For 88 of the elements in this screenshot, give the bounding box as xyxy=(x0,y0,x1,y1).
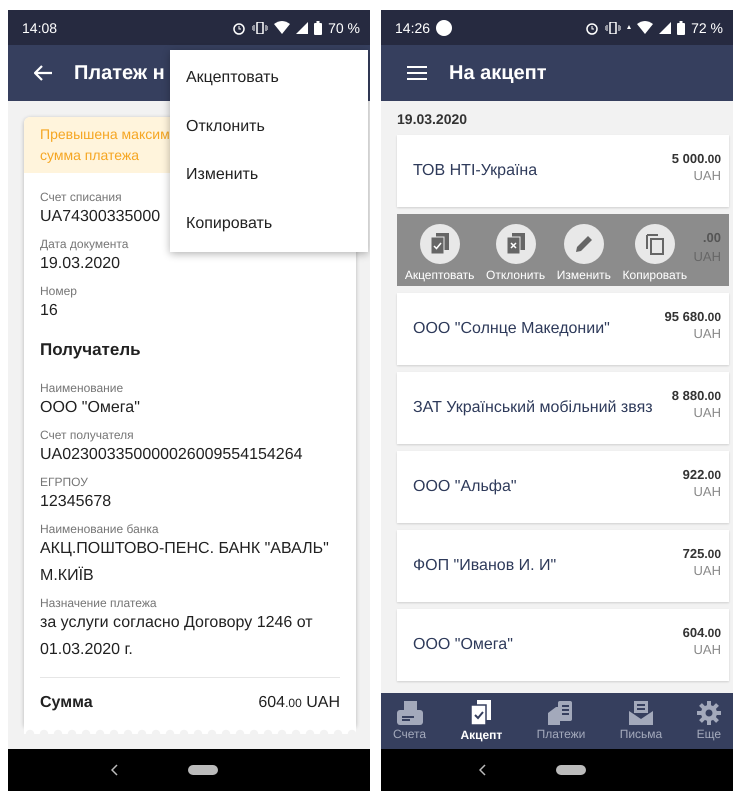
currency: UAH xyxy=(694,405,721,420)
field-value: за услуги согласно Договору 1246 от 01.03.2020 г. xyxy=(40,613,314,660)
document-check-icon xyxy=(470,700,492,726)
menu-item[interactable]: Изменить xyxy=(170,151,368,200)
notification-dot-icon xyxy=(436,20,452,36)
payment-amount: 604.00 xyxy=(682,625,721,640)
home-pill[interactable] xyxy=(556,765,586,775)
payment-amount: 8 880.00 xyxy=(672,388,721,403)
screen-title: Платеж н xyxy=(74,62,165,84)
wifi-icon xyxy=(637,21,654,34)
field-value: 19.03.2020 xyxy=(40,254,120,274)
field-value: 16 xyxy=(40,301,58,321)
nav-tab[interactable]: Акцепт xyxy=(454,693,508,749)
payment-row[interactable]: ООО "Альфа" 922.00 UAH xyxy=(397,451,729,523)
payee-name: ФОП "Иванов И. И" xyxy=(413,556,558,576)
field-label: Наименование xyxy=(40,381,124,395)
currency: UAH xyxy=(694,326,721,341)
section-heading: Получатель xyxy=(40,340,142,360)
signal-icon xyxy=(659,22,672,34)
field-label: Счет получателя xyxy=(40,428,134,442)
battery-percent: 72 % xyxy=(691,20,723,36)
nav-tab[interactable]: Еще xyxy=(690,693,727,749)
field-value: АКЦ.ПОШТОВО-ПЕНС. БАНК "АВАЛЬ" М.КИЇВ xyxy=(40,539,330,586)
currency: UAH xyxy=(694,642,721,657)
status-time: 14:08 xyxy=(22,20,58,36)
payee-name: ТОВ НТІ-Україна xyxy=(413,161,538,181)
printer-icon xyxy=(396,701,423,725)
data-arrow-icon xyxy=(627,24,632,30)
nav-tab[interactable]: Письма xyxy=(614,693,668,749)
warning-text: сумма платежа xyxy=(40,146,140,165)
alarm-icon xyxy=(232,20,246,34)
payment-row[interactable]: ООО "Солнце Македонии" 95 680.00 UAH xyxy=(397,293,729,365)
payment-row[interactable]: ООО "Омега" 604.00 UAH xyxy=(397,609,729,681)
back-arrow-icon xyxy=(34,65,52,81)
screen-title: На акцепт xyxy=(449,62,547,84)
field-value: ООО "Омега" xyxy=(40,398,140,418)
payee-name: ООО "Солнце Македонии" xyxy=(413,319,611,339)
total-label: Сумма xyxy=(40,694,93,712)
nav-tab[interactable]: Платежи xyxy=(530,693,592,749)
back-chevron-icon xyxy=(110,764,118,776)
field-value: UA74300335000 xyxy=(40,207,160,227)
payment-row[interactable]: ФОП "Иванов И. И" 725.00 UAH xyxy=(397,530,729,602)
payment-amount: 95 680.00 xyxy=(664,309,721,324)
documents-icon xyxy=(548,701,574,725)
nav-tab[interactable]: Счета xyxy=(387,693,432,749)
pencil-icon xyxy=(574,234,594,254)
alarm-icon xyxy=(585,20,600,34)
payment-amount: 922.00 xyxy=(682,467,721,482)
document-check-icon xyxy=(430,233,450,255)
field-label: ЕГРПОУ xyxy=(40,475,88,489)
field-label: Наименование банка xyxy=(40,522,159,536)
payment-amount: 5 000.00 xyxy=(672,151,721,166)
envelope-icon xyxy=(628,701,653,725)
menu-item[interactable]: Акцептовать xyxy=(170,54,368,102)
payee-name: ООО "Альфа" xyxy=(413,477,518,497)
payment-row[interactable]: ЗАТ Український мобільний звяз 8 880.00 UAH xyxy=(397,372,729,444)
field-label: Счет списания xyxy=(40,190,122,204)
warning-text: Превышена максим xyxy=(40,125,170,144)
battery-icon xyxy=(677,20,686,34)
currency: UAH xyxy=(694,563,721,578)
wifi-icon xyxy=(274,21,290,34)
field-value: 12345678 xyxy=(40,492,112,512)
menu-item[interactable]: Копировать xyxy=(170,200,368,248)
field-label: Назначение платежа xyxy=(40,596,157,610)
payee-name: ЗАТ Український мобільний звяз xyxy=(413,398,654,418)
battery-icon xyxy=(314,20,322,34)
signal-icon xyxy=(296,22,308,34)
payment-amount: 725.00 xyxy=(682,546,721,561)
field-label: Дата документа xyxy=(40,237,128,251)
menu-icon xyxy=(407,66,427,80)
date-header: 19.03.2020 xyxy=(396,110,468,129)
total-amount: 604.00 UAH xyxy=(258,694,340,712)
document-cross-icon xyxy=(506,233,526,255)
field-label: Номер xyxy=(40,284,77,298)
currency: UAH xyxy=(694,168,721,183)
currency: UAH xyxy=(694,484,721,499)
back-chevron-icon xyxy=(478,764,486,776)
payee-name: ООО "Омега" xyxy=(413,635,514,655)
vibrate-icon xyxy=(605,22,622,34)
menu-item[interactable]: Отклонить xyxy=(170,102,368,151)
status-time: 14:26 xyxy=(395,20,430,36)
home-pill[interactable] xyxy=(188,765,218,775)
vibrate-icon xyxy=(252,22,268,34)
field-value: UA023003350000026009554154264 xyxy=(40,445,302,465)
gear-icon xyxy=(696,701,721,725)
battery-percent: 70 % xyxy=(328,20,360,36)
payment-row[interactable]: ТОВ НТІ-Україна 5 000.00 UAH xyxy=(397,135,729,207)
copy-icon xyxy=(644,233,665,255)
